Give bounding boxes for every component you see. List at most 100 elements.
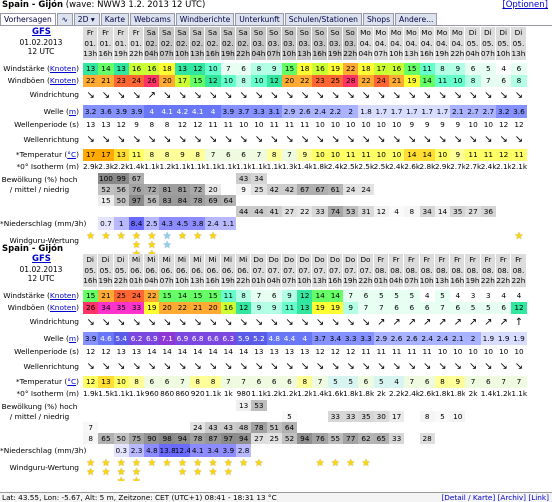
time-column-header: Mi 06. 10h [174,254,191,287]
footer-links[interactable]: [Detail / Karte] [Archiv] [Link] [441,493,549,502]
model-link[interactable]: GFS [32,254,51,264]
time-column-header: Mi 06. 01h [128,254,145,287]
direction-arrow-icon: ↘ [285,90,294,101]
time-column-header: Mi 06. 04h [144,254,160,287]
cloudL-cell [266,195,282,206]
precip-cell [251,444,267,457]
precip-cell: 4.8 [144,444,160,457]
wave-cell: 4.8 [266,332,282,345]
cloudH-cell [297,400,313,411]
wdir-cell: ↘ [312,314,327,332]
cloudLb-cell: 27 [251,433,267,444]
tab-forecast[interactable]: Vorhersagen [0,12,56,25]
precip-cell [297,444,313,457]
gust-cell: 28 [343,75,359,87]
time-column-header: Di 05. 04h [465,27,481,60]
direction-arrow-icon: ↗ [468,317,478,328]
cloudLb-cell: 87 [205,433,221,444]
cloudM-cell: 33 [343,411,359,422]
cloudLb-cell: 31 [358,206,374,217]
direction-arrow-icon: ↗ [147,90,157,101]
stars-cell [374,230,389,254]
cloudLb-cell: 25 [266,433,282,444]
tab-map[interactable]: Karte [100,12,130,25]
cloudLb-cell: 90 [144,433,160,444]
precip-row-label: *Niederschlag (mm/3h) [0,219,87,228]
tab-reports[interactable]: Windberichte [175,12,235,25]
tab-accommodation[interactable]: Unterkunft [235,12,284,25]
direction-arrow-icon: ↘ [162,361,172,372]
tab-webcams[interactable]: Webcams [130,12,175,25]
gust-cell: 20 [205,302,221,314]
wave-cell: 1.9 [480,332,497,345]
wavedir-cell: ↘ [159,131,174,149]
iso-cell: 1.8k [312,162,328,171]
cloudH-cell [205,173,221,184]
gust-cell: 22 [297,75,313,87]
precip-cell [419,217,435,230]
tab-2d-dropdown[interactable]: 2D ▾ [73,12,100,25]
options-link[interactable]: [Optionen] [502,0,548,11]
temp-cell: 11 [480,149,497,161]
wdir-cell: ↗ [374,314,389,332]
temp-cell: 10 [113,376,129,388]
wind-cell: 5 [373,290,389,302]
star-icon: ★ [223,467,233,478]
tab-graph-icon[interactable]: ∿ [56,12,73,25]
cloudM-cell [480,411,497,422]
direction-arrow-icon: ↘ [285,317,294,328]
wavedir-cell: ↘ [205,358,220,376]
stars-cell [496,457,511,481]
tab-schools[interactable]: Schulen/Stationen [284,12,362,25]
wdir-row-label: Windrichtung [29,90,79,99]
cloudL-cell [388,422,405,433]
cloudLb-cell: 44 [235,206,252,217]
period-cell: 12 [346,347,356,356]
tab-shops[interactable]: Shops [362,12,395,25]
temp-row-label: *Temperatur (°C) [15,150,79,159]
cloudH-cell [358,400,374,411]
time-column-header: So 03. 04h [251,27,267,60]
wavedir-cell: ↘ [159,358,174,376]
cloudH-cell [388,173,405,184]
gust-cell: 21 [190,302,206,314]
star-icon: ★ [86,231,96,242]
stars-cell [297,230,312,254]
cloudLb-cell [496,433,512,444]
iso-cell: 2.4k [480,162,497,171]
period-cell: 14 [177,347,188,356]
time-column-header: Do 07. 19h [343,254,359,287]
cloudM-cell: 9 [235,184,252,195]
precip-cell [480,444,497,457]
cloudL-cell [450,195,466,206]
model-link[interactable]: GFS [32,27,51,37]
wdir-cell: ↗ [496,314,511,332]
cloudL-cell [465,195,481,206]
precip-cell: 2.3 [128,444,145,457]
stars-cell: ★ [144,457,159,481]
direction-arrow-icon: ↘ [254,90,264,101]
wavedir-cell: ↘ [343,131,358,149]
direction-arrow-icon: ↘ [147,134,157,145]
cloudH-cell [511,173,527,184]
iso-cell: 1.2k [496,389,512,398]
wave-cell: 6.9 [144,332,160,345]
cloudL-cell [511,195,527,206]
wind-cell: 18 [159,63,175,75]
cloud-row-label: Bewölkung (%) hoch / mittel / niedrig [1,402,78,421]
wavedir-cell: ↘ [297,131,312,149]
cloudM-cell [220,184,236,195]
cloudLb-cell [434,433,451,444]
cloudM-cell [205,411,221,422]
tab-other[interactable]: Andere... [395,12,438,25]
cloudL-cell [343,422,359,433]
cloudL-cell [404,422,420,433]
stars-cell [282,230,297,254]
time-column-header: Di 05. 22h [113,254,129,287]
star-icon: ★ [208,231,218,242]
iso-row-label: *0° Isotherm (m) [16,162,79,171]
cloudL-cell [511,422,527,433]
precip-cell [297,217,313,230]
stars-cell: ★ ★ [83,457,98,481]
wind-cell: 18 [358,63,374,75]
